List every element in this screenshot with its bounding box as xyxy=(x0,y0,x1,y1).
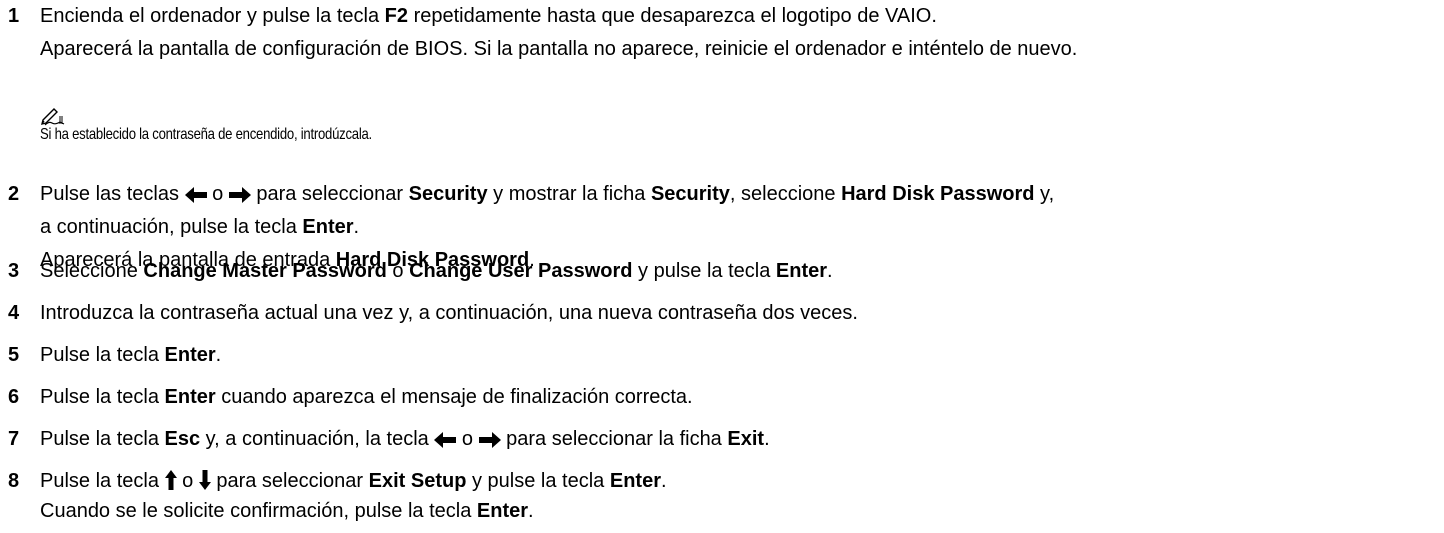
text-run: . xyxy=(660,470,667,492)
text-run: a continuación, pulse la tecla xyxy=(40,216,303,238)
step-line: Pulse la tecla Esc y, a continuación, la… xyxy=(40,425,1440,455)
step-line: Pulse la tecla Enter. xyxy=(40,341,1440,371)
step-line: Cuando se le solicite confirmación, puls… xyxy=(40,497,1440,527)
note-text: Si ha establecido la contraseña de encen… xyxy=(40,126,372,143)
bold-term: Enter xyxy=(775,260,828,282)
text-run: o xyxy=(206,183,229,205)
text-run: para seleccionar xyxy=(210,470,369,492)
step-text: Pulse la tecla o para seleccionar Exit S… xyxy=(40,467,1440,527)
step-number: 1 xyxy=(8,5,20,27)
right-arrow-icon xyxy=(478,432,501,448)
step-line: Encienda el ordenador y pulse la tecla F… xyxy=(40,2,1440,35)
bold-term: Change Master Password xyxy=(143,260,387,282)
step-line: Pulse la tecla Enter cuando aparezca el … xyxy=(40,383,1440,413)
text-run: Pulse la tecla xyxy=(40,470,165,492)
note-pencil-icon xyxy=(41,108,65,126)
text-run: . xyxy=(827,260,833,282)
text-run: para seleccionar xyxy=(250,183,409,205)
step-number: 5 xyxy=(8,344,20,366)
step-text: Introduzca la contraseña actual una vez … xyxy=(40,299,1440,329)
text-run: Introduzca la contraseña actual una vez … xyxy=(40,302,858,324)
left-arrow-icon xyxy=(184,187,207,203)
text-run: para seleccionar la ficha xyxy=(500,428,728,450)
step-line: Introduzca la contraseña actual una vez … xyxy=(40,299,1440,329)
right-arrow-icon xyxy=(228,187,251,203)
up-arrow-icon xyxy=(164,470,177,490)
text-run: . xyxy=(764,428,770,450)
bold-term: Enter xyxy=(164,344,216,366)
bold-term: Enter xyxy=(302,216,354,238)
bold-term: Enter xyxy=(476,500,529,522)
down-arrow-icon xyxy=(198,470,211,490)
step-number: 3 xyxy=(8,260,20,282)
step-number: 6 xyxy=(8,386,20,408)
step-number: 2 xyxy=(8,183,20,205)
text-run: Pulse la tecla xyxy=(40,428,165,450)
text-run: y, a continuación, la tecla xyxy=(200,428,435,450)
text-run: y, xyxy=(1034,183,1055,205)
bold-term: Change User Password xyxy=(409,260,633,282)
bold-term: Enter xyxy=(609,470,661,492)
text-run: Encienda el ordenador y pulse la tecla xyxy=(40,5,385,27)
text-run: Seleccione xyxy=(40,260,144,282)
text-run: Pulse las teclas xyxy=(40,183,185,205)
step-number: 4 xyxy=(8,302,20,324)
bold-term: Security xyxy=(408,183,488,205)
bold-term: Esc xyxy=(164,428,201,450)
step-line: Aparecerá la pantalla de configuración d… xyxy=(40,35,1440,68)
bold-term: F2 xyxy=(384,5,409,27)
text-run: . xyxy=(528,500,534,522)
text-run: y mostrar la ficha xyxy=(487,183,651,205)
text-run: y pulse la tecla xyxy=(632,260,776,282)
step-text: Seleccione Change Master Password o Chan… xyxy=(40,257,1440,287)
text-run: Pulse la tecla xyxy=(40,344,165,366)
step-line: Pulse la tecla o para seleccionar Exit S… xyxy=(40,467,1440,497)
step-number: 8 xyxy=(8,470,20,492)
text-run: o xyxy=(386,260,410,282)
text-run: repetidamente hasta que desaparezca el l… xyxy=(408,5,937,27)
text-run: o xyxy=(176,470,199,492)
step-line: Pulse las teclas o para seleccionar Secu… xyxy=(40,180,1440,213)
text-run: . xyxy=(215,344,222,366)
text-run: . xyxy=(353,216,360,238)
step-text: Encienda el ordenador y pulse la tecla F… xyxy=(40,2,1440,68)
step-line: a continuación, pulse la tecla Enter. xyxy=(40,213,1440,246)
step-line: Seleccione Change Master Password o Chan… xyxy=(40,257,1440,287)
left-arrow-icon xyxy=(434,432,457,448)
bold-term: Hard Disk Password xyxy=(841,183,1035,205)
bold-term: Exit Setup xyxy=(368,470,467,492)
text-run: y pulse la tecla xyxy=(466,470,610,492)
step-number: 7 xyxy=(8,428,20,450)
step-text: Pulse la tecla Enter. xyxy=(40,341,1440,371)
text-run: cuando aparezca el mensaje de finalizaci… xyxy=(215,386,693,408)
bold-term: Exit xyxy=(727,428,765,450)
text-run: Cuando se le solicite confirmación, puls… xyxy=(40,500,477,522)
text-run: Pulse la tecla xyxy=(40,386,165,408)
text-run: , seleccione xyxy=(729,183,842,205)
bold-term: Security xyxy=(650,183,730,205)
step-text: Pulse la tecla Enter cuando aparezca el … xyxy=(40,383,1440,413)
text-run: o xyxy=(456,428,479,450)
bold-term: Enter xyxy=(164,386,216,408)
text-run: Aparecerá la pantalla de configuración d… xyxy=(40,38,1078,60)
step-text: Pulse la tecla Esc y, a continuación, la… xyxy=(40,425,1440,455)
document-page: { "steps": [ { "number": "1", "lines": [… xyxy=(0,0,1444,533)
